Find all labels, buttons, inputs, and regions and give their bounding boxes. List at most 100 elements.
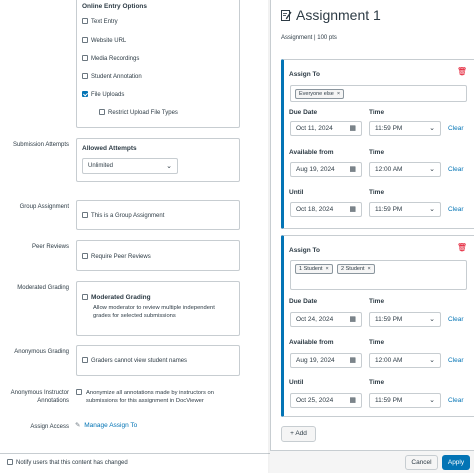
- checkbox-notify-users[interactable]: Notify users that this content has chang…: [7, 459, 128, 467]
- assignee-tag[interactable]: Everyone else ×: [295, 89, 345, 99]
- checkbox-icon: [82, 357, 88, 364]
- checkbox-icon: [99, 109, 105, 116]
- available-from-label: Available from: [289, 149, 334, 156]
- checkbox-text-entry[interactable]: Text Entry: [82, 18, 118, 26]
- checkbox-icon: [82, 37, 88, 44]
- due-date-input[interactable]: Oct 11, 2024 ▦: [290, 121, 362, 136]
- until-input[interactable]: Oct 25, 2024 ▦: [290, 393, 362, 408]
- available-from-input[interactable]: Aug 19, 2024 ▦: [290, 162, 362, 177]
- clear-available-from-button[interactable]: Clear: [448, 357, 464, 364]
- assignee-tag[interactable]: 1 Student ×: [295, 264, 333, 274]
- calendar-icon: ▦: [349, 206, 356, 213]
- calendar-icon: ▦: [349, 166, 356, 173]
- chevron-down-icon: ⌄: [166, 163, 172, 170]
- page-footer: Notify users that this content has chang…: [0, 453, 270, 473]
- submission-attempts-label: Submission Attempts: [12, 142, 69, 148]
- assign-card-1: Assign To 🗑 Everyone else × Due Date Time…: [281, 59, 474, 229]
- available-from-input[interactable]: Aug 19, 2024 ▦: [290, 353, 362, 368]
- clear-due-date-button[interactable]: Clear: [448, 316, 464, 323]
- checkbox-icon: [82, 55, 88, 62]
- assign-card-2: Assign To 🗑 1 Student × 2 Student × Due Da…: [281, 235, 474, 417]
- until-label: Until: [289, 379, 304, 386]
- checkbox-website-url[interactable]: Website URL: [82, 37, 126, 45]
- until-label: Until: [289, 189, 304, 196]
- calendar-icon: ▦: [349, 357, 356, 364]
- allowed-attempts-heading: Allowed Attempts: [82, 145, 137, 152]
- due-date-label: Due Date: [289, 109, 318, 116]
- chevron-down-icon: ⌄: [429, 357, 435, 364]
- checkbox-student-annotation[interactable]: Student Annotation: [82, 73, 142, 81]
- checkbox-icon: [82, 18, 88, 25]
- chevron-down-icon: ⌄: [429, 125, 435, 132]
- clear-until-button[interactable]: Clear: [448, 397, 464, 404]
- clear-available-from-button[interactable]: Clear: [448, 166, 464, 173]
- checkbox-media-recordings[interactable]: Media Recordings: [82, 55, 139, 63]
- checkbox-peer-reviews[interactable]: Require Peer Reviews: [82, 253, 151, 261]
- until-time-select[interactable]: 11:59 PM ⌄: [369, 393, 441, 408]
- assign-to-label: Assign To: [289, 247, 320, 254]
- plus-icon: +: [290, 430, 294, 437]
- anonymous-grading-label: Anonymous Grading: [14, 349, 69, 355]
- cancel-button[interactable]: Cancel: [405, 455, 438, 470]
- checkbox-icon: [82, 73, 88, 80]
- chevron-down-icon: ⌄: [429, 397, 435, 404]
- tray-subtitle: Assignment | 100 pts: [281, 35, 337, 41]
- available-time-label: Time: [369, 149, 385, 156]
- due-date-input[interactable]: Oct 24, 2024 ▦: [290, 312, 362, 327]
- assign-to-tray: Assignment 1 Assignment | 100 pts Assign…: [270, 0, 474, 473]
- apply-button[interactable]: Apply: [442, 455, 470, 470]
- checkbox-anonymous-instructor[interactable]: [76, 389, 85, 397]
- due-date-label: Due Date: [289, 298, 318, 305]
- until-time-label: Time: [369, 379, 385, 386]
- trash-icon[interactable]: 🗑: [457, 67, 467, 76]
- allowed-attempts-select[interactable]: Unlimited ⌄: [82, 158, 178, 174]
- group-assignment-label: Group Assignment: [19, 204, 69, 210]
- clear-due-date-button[interactable]: Clear: [448, 125, 464, 132]
- add-assignee-card-button[interactable]: + Add: [281, 426, 316, 442]
- trash-icon[interactable]: 🗑: [457, 243, 467, 252]
- until-time-select[interactable]: 11:59 PM ⌄: [369, 202, 441, 217]
- chevron-down-icon: ⌄: [429, 316, 435, 323]
- assign-access-label: Assign Access: [30, 424, 69, 430]
- available-from-label: Available from: [289, 339, 334, 346]
- remove-tag-icon[interactable]: ×: [326, 266, 329, 272]
- checkbox-icon: [82, 294, 88, 301]
- remove-tag-icon[interactable]: ×: [337, 91, 340, 97]
- available-time-select[interactable]: 12:00 AM ⌄: [369, 162, 441, 177]
- available-time-select[interactable]: 12:00 AM ⌄: [369, 353, 441, 368]
- calendar-icon: ▦: [349, 397, 356, 404]
- checkbox-anonymous-grading[interactable]: Graders cannot view student names: [82, 357, 187, 365]
- pencil-icon: ✎: [75, 422, 81, 429]
- due-time-label: Time: [369, 109, 385, 116]
- checkbox-file-uploads[interactable]: File Uploads: [82, 91, 124, 99]
- assign-to-input[interactable]: 1 Student × 2 Student ×: [290, 260, 467, 290]
- checkbox-icon: [82, 212, 88, 219]
- moderated-grading-label: Moderated Grading: [17, 285, 69, 291]
- assign-to-input[interactable]: Everyone else ×: [290, 85, 467, 102]
- edit-assignment-icon: [281, 10, 292, 21]
- checkbox-icon: [7, 459, 13, 466]
- checkbox-checked-icon: [82, 91, 88, 98]
- online-entry-heading: Online Entry Options: [82, 3, 148, 10]
- clear-until-button[interactable]: Clear: [448, 206, 464, 213]
- until-input[interactable]: Oct 18, 2024 ▦: [290, 202, 362, 217]
- assignee-tag[interactable]: 2 Student ×: [337, 264, 375, 274]
- moderated-grading-description: Allow moderator to review multiple indep…: [93, 305, 215, 319]
- checkbox-moderated-grading[interactable]: Moderated Grading: [82, 294, 151, 302]
- remove-tag-icon[interactable]: ×: [368, 266, 371, 272]
- assign-to-label: Assign To: [289, 71, 320, 78]
- checkbox-icon: [82, 253, 88, 260]
- calendar-icon: ▦: [349, 316, 356, 323]
- due-time-select[interactable]: 11:59 PM ⌄: [369, 312, 441, 327]
- chevron-down-icon: ⌄: [429, 166, 435, 173]
- due-time-label: Time: [369, 298, 385, 305]
- peer-reviews-label: Peer Reviews: [31, 244, 69, 250]
- due-time-select[interactable]: 11:59 PM ⌄: [369, 121, 441, 136]
- calendar-icon: ▦: [349, 125, 356, 132]
- checkbox-group-assignment[interactable]: This is a Group Assignment: [82, 212, 164, 220]
- tray-footer: Cancel Apply: [270, 450, 474, 473]
- manage-assign-to-link[interactable]: ✎ Manage Assign To: [75, 422, 137, 430]
- checkbox-restrict-upload-types[interactable]: Restrict Upload File Types: [99, 109, 178, 117]
- until-time-label: Time: [369, 189, 385, 196]
- available-time-label: Time: [369, 339, 385, 346]
